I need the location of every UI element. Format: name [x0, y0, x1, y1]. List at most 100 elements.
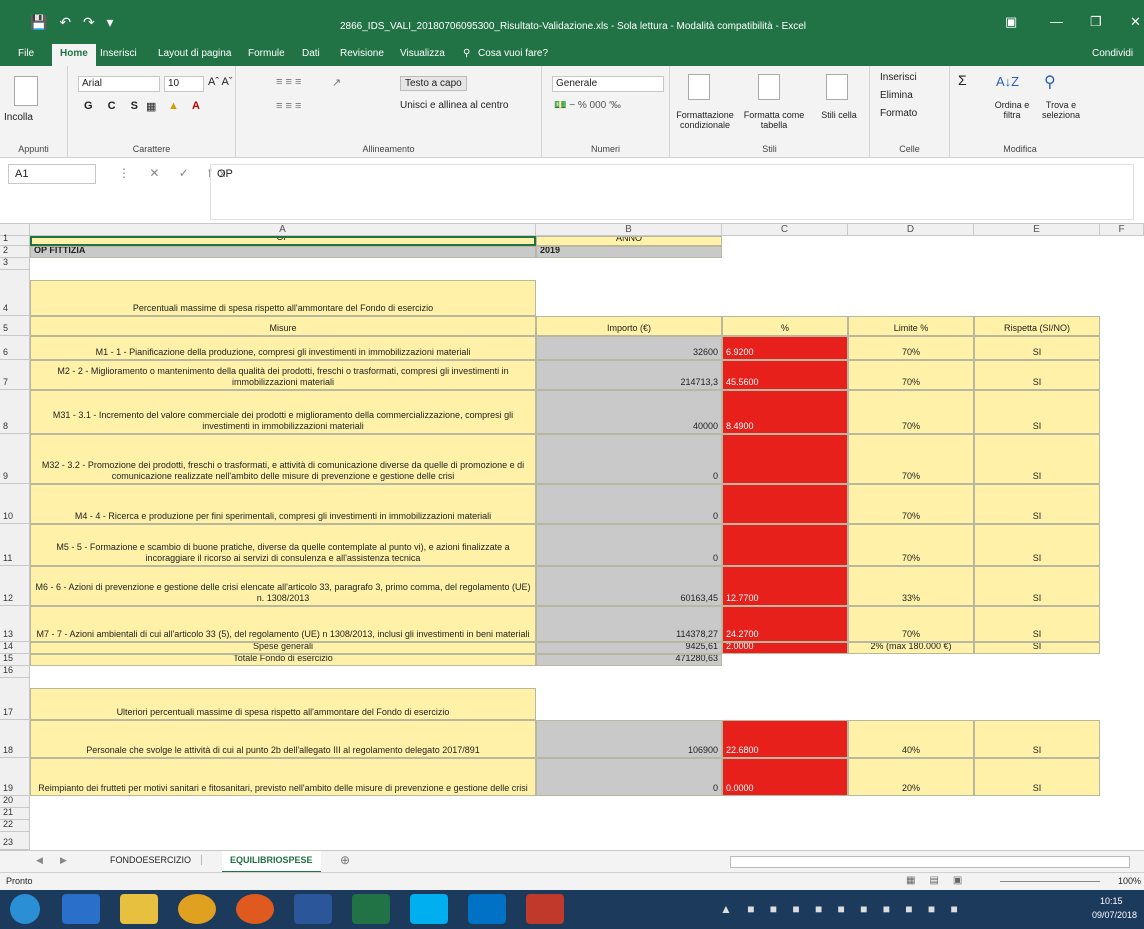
cell-compliant[interactable]: SI	[974, 484, 1100, 524]
cell-percent[interactable]: 12.7700	[722, 566, 848, 606]
cell-a4[interactable]: Percentuali massime di spesa rispetto al…	[30, 280, 536, 316]
row-header[interactable]: 22	[0, 819, 30, 832]
column-header-f[interactable]: F	[1100, 224, 1144, 236]
border-icon[interactable]: ▦	[146, 100, 156, 113]
merge-center-button[interactable]: Unisci e allinea al centro	[400, 100, 508, 111]
cell-d18[interactable]: 40%	[848, 720, 974, 758]
next-sheet-icon[interactable]: ▶	[60, 855, 67, 866]
row-header[interactable]: 13	[0, 606, 30, 642]
outlook-icon[interactable]	[468, 894, 506, 924]
row-header[interactable]: 8	[0, 390, 30, 434]
cell-measure[interactable]: M5 - 5 - Formazione e scambio di buone p…	[30, 524, 536, 566]
row-header[interactable]: 11	[0, 524, 30, 566]
word-icon[interactable]	[294, 894, 332, 924]
clock-time[interactable]: 10:15	[1100, 896, 1123, 906]
acrobat-icon[interactable]	[526, 894, 564, 924]
cell-a17[interactable]: Ulteriori percentuali massime di spesa r…	[30, 688, 536, 720]
row-header[interactable]: 17	[0, 678, 30, 720]
row-header[interactable]: 10	[0, 484, 30, 524]
cell-b14[interactable]: 9425,61	[536, 642, 722, 654]
cell-measure[interactable]: M4 - 4 - Ricerca e produzione per fini s…	[30, 484, 536, 524]
font-size-select[interactable]: 10	[164, 76, 204, 92]
cell-percent[interactable]	[722, 434, 848, 484]
cell-e19[interactable]: SI	[974, 758, 1100, 796]
cell-b18[interactable]: 106900	[536, 720, 722, 758]
tab-review[interactable]: Revisione	[340, 48, 384, 59]
cell-percent[interactable]	[722, 484, 848, 524]
cell-a2[interactable]: OP FITTIZIA	[30, 246, 536, 258]
insert-cells-button[interactable]: Inserisci	[880, 72, 917, 83]
name-box[interactable]: A1	[8, 164, 96, 184]
row-header[interactable]: 6	[0, 336, 30, 360]
cell-percent[interactable]: 45.5600	[722, 360, 848, 390]
row-header[interactable]: 12	[0, 566, 30, 606]
cell-measure[interactable]: M1 - 1 - Pianificazione della produzione…	[30, 336, 536, 360]
font-name-select[interactable]: Arial	[78, 76, 160, 92]
cell-a5[interactable]: Misure	[30, 316, 536, 336]
column-header-a[interactable]: A	[30, 224, 536, 236]
cell-amount[interactable]: 0	[536, 484, 722, 524]
cell-percent[interactable]	[722, 524, 848, 566]
row-header[interactable]: 16	[0, 665, 30, 678]
maximize-icon[interactable]: ❐	[1090, 14, 1102, 30]
cell-percent[interactable]: 24.2700	[722, 606, 848, 642]
cell-measure[interactable]: M6 - 6 - Azioni di prevenzione e gestion…	[30, 566, 536, 606]
cell-limit[interactable]: 70%	[848, 360, 974, 390]
row-header[interactable]: 7	[0, 360, 30, 390]
cell-a14[interactable]: Spese generali	[30, 642, 536, 654]
autosum-icon[interactable]: Σ	[958, 72, 967, 88]
chrome-icon[interactable]	[178, 894, 216, 924]
start-icon[interactable]	[10, 894, 40, 924]
internet-explorer-icon[interactable]	[62, 894, 100, 924]
cell-measure[interactable]: M32 - 3.2 - Promozione dei prodotti, fre…	[30, 434, 536, 484]
row-header[interactable]: 4	[0, 270, 30, 316]
cell-b5[interactable]: Importo (€)	[536, 316, 722, 336]
tab-formulas[interactable]: Formule	[248, 48, 285, 59]
share-button[interactable]: Condividi	[1092, 48, 1133, 59]
tab-home[interactable]: Home	[52, 44, 96, 66]
close-icon[interactable]: ✕	[1130, 14, 1141, 30]
cell-percent[interactable]: 8.4900	[722, 390, 848, 434]
delete-cells-button[interactable]: Elimina	[880, 90, 913, 101]
prev-sheet-icon[interactable]: ◀	[36, 855, 43, 866]
paste-icon[interactable]	[14, 76, 38, 106]
row-header[interactable]: 5	[0, 316, 30, 336]
cell-compliant[interactable]: SI	[974, 524, 1100, 566]
column-header-c[interactable]: C	[722, 224, 848, 236]
format-table-button[interactable]: Formatta come tabella	[740, 110, 808, 130]
align-top-icon[interactable]: ≡ ≡ ≡	[276, 76, 301, 88]
cell-e14[interactable]: SI	[974, 642, 1100, 654]
cell-limit[interactable]: 70%	[848, 336, 974, 360]
cell-amount[interactable]: 0	[536, 524, 722, 566]
tab-page-layout[interactable]: Layout di pagina	[158, 48, 231, 59]
cell-a19[interactable]: Reimpianto dei frutteti per motivi sanit…	[30, 758, 536, 796]
conditional-format-button[interactable]: Formattazione condizionale	[674, 110, 736, 130]
font-grow-icon[interactable]: Aˆ Aˇ	[208, 76, 232, 88]
cell-e5[interactable]: Rispetta (SI/NO)	[974, 316, 1100, 336]
cell-compliant[interactable]: SI	[974, 360, 1100, 390]
excel-icon[interactable]	[352, 894, 390, 924]
ribbon-display-icon[interactable]: ▣	[1005, 14, 1017, 30]
firefox-icon[interactable]	[236, 894, 274, 924]
cell-measure[interactable]: M2 - 2 - Miglioramento o mantenimento de…	[30, 360, 536, 390]
cell-a15[interactable]: Totale Fondo di esercizio	[30, 654, 536, 666]
cell-limit[interactable]: 70%	[848, 524, 974, 566]
cell-limit[interactable]: 70%	[848, 390, 974, 434]
cell-styles-icon[interactable]	[826, 74, 848, 100]
sheet-tab-fondoesercizio[interactable]: FONDOESERCIZIO	[110, 855, 203, 865]
conditional-format-icon[interactable]	[688, 74, 710, 100]
cell-d19[interactable]: 20%	[848, 758, 974, 796]
bold-italic-underline-icon[interactable]: G C S	[84, 100, 144, 112]
cell-limit[interactable]: 70%	[848, 606, 974, 642]
font-color-icon[interactable]: A	[192, 100, 200, 112]
cell-limit[interactable]: 70%	[848, 434, 974, 484]
cell-c19[interactable]: 0.0000	[722, 758, 848, 796]
column-header-e[interactable]: E	[974, 224, 1100, 236]
cell-b2[interactable]: 2019	[536, 246, 722, 258]
cell-percent[interactable]: 6.9200	[722, 336, 848, 360]
paste-button[interactable]: Incolla	[4, 112, 33, 123]
quick-access-toolbar[interactable]: 💾 ↶ ↷ ▾	[30, 14, 118, 31]
align-left-icon[interactable]: ≡ ≡ ≡	[276, 100, 301, 112]
tab-file[interactable]: File	[18, 48, 34, 59]
cell-compliant[interactable]: SI	[974, 336, 1100, 360]
